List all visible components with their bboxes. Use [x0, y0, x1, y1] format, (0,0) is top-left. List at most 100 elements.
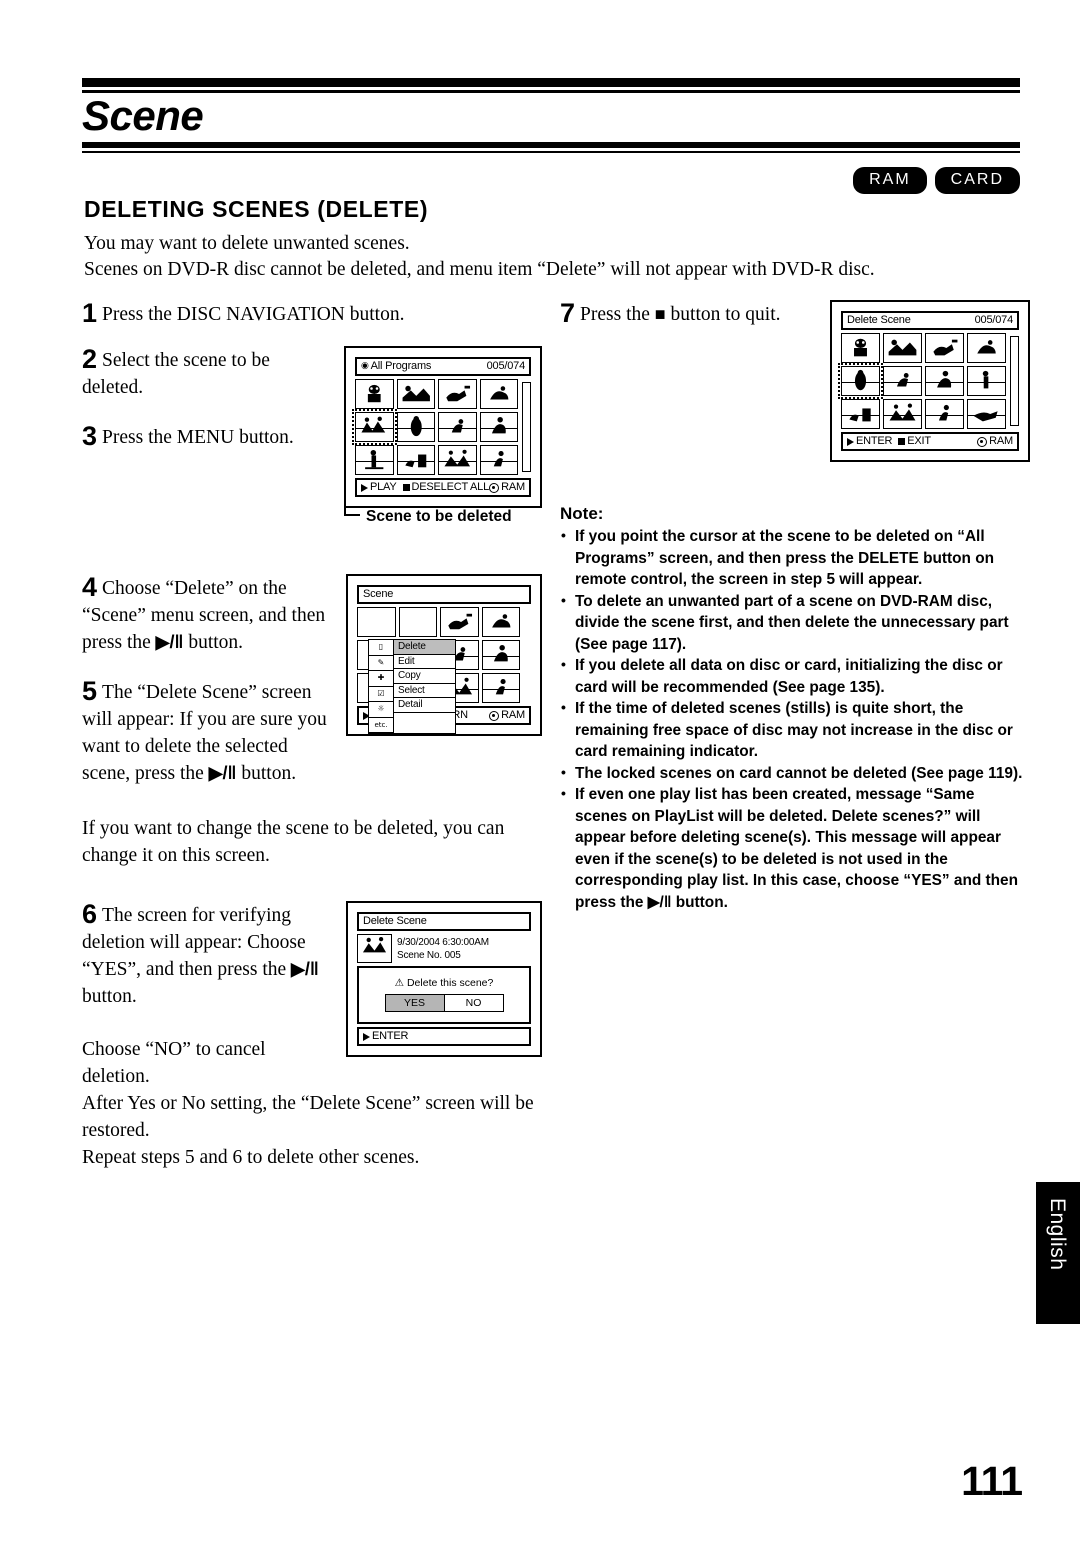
thumbnail[interactable]	[967, 399, 1006, 429]
step-7-text-a: Press the	[580, 304, 655, 325]
page-number: 111	[961, 1458, 1023, 1504]
thumbnail[interactable]	[841, 333, 880, 363]
step-7: 7 Press the ■ button to quit.	[560, 300, 1030, 328]
step-3: 3 Press the MENU button.	[82, 423, 542, 451]
step-1-number: 1	[82, 298, 98, 328]
left-column: 1 Press the DISC NAVIGATION button. ◉ All…	[82, 300, 542, 1171]
thumbnail-selected[interactable]	[838, 363, 883, 399]
scene-menu-overlay: ▯ ✎ ✚ ☑ ☼ etc. Delete Edit Copy Select D…	[368, 639, 456, 734]
menu-icon-edit: ✎	[369, 656, 393, 671]
header-rule-bottom-thin	[82, 151, 1020, 153]
thumbnail[interactable]	[967, 333, 1006, 363]
footer-ram-label: RAM	[501, 481, 525, 493]
menu-icon-copy: ✚	[369, 671, 393, 687]
enter-icon	[363, 1032, 370, 1041]
footer-enter-label: ENTER	[856, 435, 893, 447]
note-item: If you delete all data on disc or card, …	[560, 654, 1030, 698]
header-rule-bottom	[82, 142, 1020, 148]
footer-ram-label: RAM	[989, 435, 1013, 447]
disc-mode-icon	[977, 436, 988, 447]
footer-play-label: PLAY	[370, 481, 397, 493]
note-item: The locked scenes on card cannot be dele…	[560, 762, 1030, 785]
step-4-text-b: button.	[183, 632, 244, 653]
manual-page: Scene RAM CARD DELETING SCENES (DELETE) …	[0, 0, 1080, 1543]
step-2: 2 Select the scene to be deleted.	[82, 346, 542, 401]
menu-icon-select: ☑	[369, 687, 393, 702]
media-badges: RAM CARD	[853, 167, 1020, 194]
thumbnail[interactable]	[925, 399, 964, 429]
menu-icon-detail: ☼	[369, 702, 393, 718]
step-5-number: 5	[82, 676, 98, 706]
language-side-tab: English	[1036, 1182, 1080, 1324]
thumbnail[interactable]	[925, 333, 964, 363]
delete-scene-footer-bar: ENTER EXIT RAM	[841, 432, 1019, 451]
thumbnail[interactable]	[967, 366, 1006, 396]
step-6: 6 The screen for verifying deletion will …	[82, 901, 542, 1010]
step-3-number: 3	[82, 421, 98, 451]
step-5: 5 The “Delete Scene” screen will appear: …	[82, 678, 542, 787]
step-6-text-b: button.	[82, 986, 137, 1007]
step-6-text-a: The screen for verifying deletion will a…	[82, 905, 306, 980]
exit-icon	[898, 438, 906, 445]
menu-item-select[interactable]: Select	[394, 684, 455, 698]
step-6-paragraph-3: After Yes or No setting, the “Delete Sce…	[82, 1093, 534, 1141]
menu-item-edit[interactable]: Edit	[394, 655, 455, 669]
menu-item-delete[interactable]: Delete	[394, 640, 455, 655]
step-7-text-b: button to quit.	[665, 304, 781, 325]
scene-to-be-deleted-caption: Scene to be deleted	[344, 452, 542, 526]
play-pause-glyph: ▶/‖	[291, 959, 319, 979]
play-pause-glyph: ▶/‖	[155, 632, 184, 652]
intro-line-1: You may want to delete unwanted scenes.	[84, 233, 410, 254]
verify-footer-bar: ENTER	[357, 1027, 531, 1046]
menu-icon-more: etc.	[369, 718, 393, 733]
all-programs-footer-bar: PLAY DESELECT ALL RAM	[355, 478, 531, 497]
note-item: If even one play list has been created, …	[560, 783, 1030, 913]
footer-enter-label: ENTER	[372, 1030, 409, 1042]
step-5-paragraph-2: If you want to change the scene to be de…	[82, 818, 505, 866]
step-3-text: Press the MENU button.	[102, 427, 294, 448]
menu-item-copy[interactable]: Copy	[394, 669, 455, 684]
step-5-text-b: button.	[236, 763, 297, 784]
thumbnail[interactable]	[925, 366, 964, 396]
thumbnail[interactable]	[841, 399, 880, 429]
right-column: Delete Scene 005/074 ENTER EXIT RAM 7 Pr…	[560, 300, 1030, 913]
scene-menu-item-column: Delete Edit Copy Select Detail	[394, 639, 456, 734]
disc-mode-icon	[489, 482, 500, 493]
caption-leader-line	[344, 452, 360, 516]
play-pause-glyph: ▶/‖	[208, 763, 237, 783]
footer-exit-label: EXIT	[907, 435, 931, 447]
thumbnail[interactable]	[883, 366, 922, 396]
note-item: If you point the cursor at the scene to …	[560, 525, 1030, 591]
intro-line-2: Scenes on DVD-R disc cannot be deleted, …	[84, 259, 875, 280]
page-title: Scene	[82, 92, 204, 139]
enter-icon	[847, 437, 854, 446]
step-1-text: Press the DISC NAVIGATION button.	[102, 304, 405, 325]
section-heading: DELETING SCENES (DELETE)	[84, 196, 429, 222]
step-4: 4 Choose “Delete” on the “Scene” menu scr…	[82, 574, 542, 656]
play-icon	[361, 483, 368, 492]
step-2-number: 2	[82, 344, 98, 374]
note-list: If you point the cursor at the scene to …	[560, 525, 1030, 913]
step-1: 1 Press the DISC NAVIGATION button.	[82, 300, 542, 328]
vertical-scrollbar[interactable]	[1010, 336, 1019, 426]
note-heading: Note:	[560, 504, 604, 523]
caption-text: Scene to be deleted	[366, 508, 512, 525]
stop-icon	[402, 484, 410, 491]
step-4-number: 4	[82, 572, 98, 602]
header-rule-top	[82, 78, 1020, 87]
step-2-text: Select the scene to be deleted.	[82, 350, 270, 398]
language-side-tab-label: English	[1046, 1198, 1069, 1271]
footer-deselect-label: DESELECT ALL	[411, 481, 490, 493]
intro-text: You may want to delete unwanted scenes. …	[84, 231, 1024, 283]
menu-item-detail[interactable]: Detail	[394, 698, 455, 713]
scene-menu-icon-column: ▯ ✎ ✚ ☑ ☼ etc.	[368, 639, 394, 734]
note-item: To delete an unwanted part of a scene on…	[560, 590, 1030, 656]
stop-glyph: ■	[654, 304, 666, 324]
note-item: If the time of deleted scenes (stills) i…	[560, 697, 1030, 763]
step-6-paragraph-4: Repeat steps 5 and 6 to delete other sce…	[82, 1147, 420, 1168]
step-6-number: 6	[82, 899, 98, 929]
badge-ram: RAM	[853, 167, 927, 194]
thumbnail[interactable]	[883, 333, 922, 363]
thumbnail[interactable]	[883, 399, 922, 429]
header-rule-top-thin	[82, 90, 1020, 93]
